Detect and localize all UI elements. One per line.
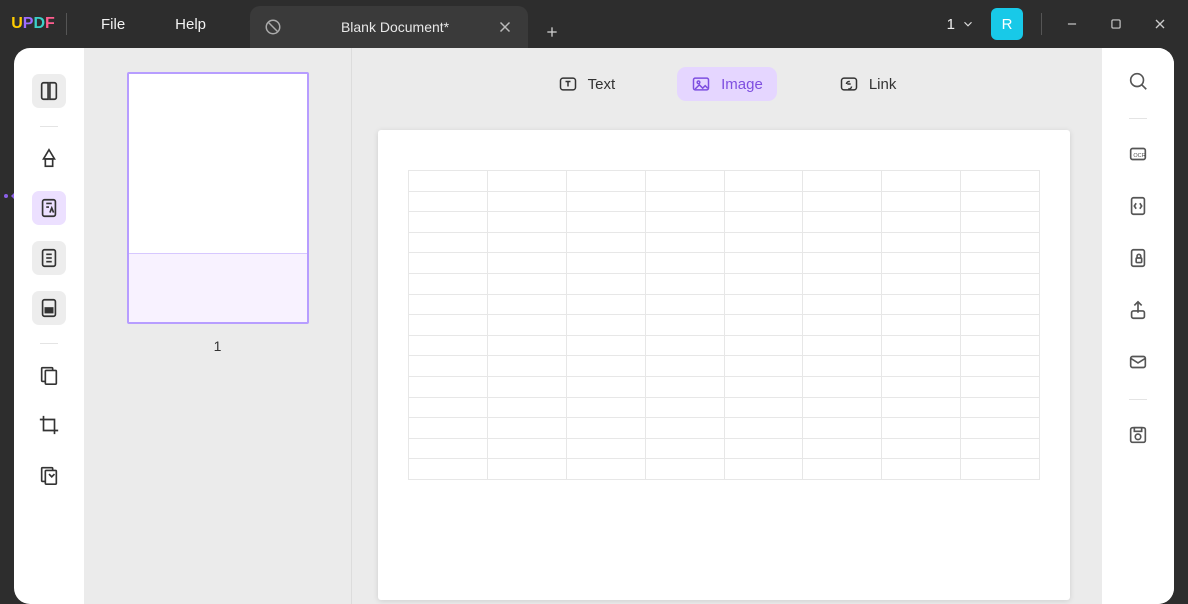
- tab-close-button[interactable]: [496, 18, 514, 36]
- page-indicator[interactable]: 1: [947, 16, 975, 33]
- divider: [1041, 13, 1042, 35]
- ocr-button[interactable]: OCR: [1121, 137, 1155, 171]
- left-toolbar: [0, 48, 84, 604]
- thumbnail-preview: [129, 74, 307, 254]
- tab-title: Blank Document*: [294, 19, 496, 35]
- table-placeholder[interactable]: [408, 170, 1040, 480]
- canvas-area: Text Image Link: [352, 48, 1102, 604]
- chevron-down-icon: [961, 17, 975, 31]
- insert-image-button[interactable]: Image: [677, 67, 777, 101]
- svg-text:OCR: OCR: [1133, 153, 1145, 159]
- document-tab[interactable]: Blank Document*: [250, 6, 528, 48]
- window-close-button[interactable]: [1140, 4, 1180, 44]
- email-button[interactable]: [1121, 345, 1155, 379]
- protect-button[interactable]: [1121, 241, 1155, 275]
- window-maximize-button[interactable]: [1096, 4, 1136, 44]
- save-button[interactable]: [1121, 418, 1155, 452]
- title-bar: UPDF File Help Blank Document* 1 R: [0, 0, 1188, 48]
- document-page[interactable]: [378, 130, 1070, 600]
- comment-tool[interactable]: [32, 141, 66, 175]
- divider: [40, 126, 58, 127]
- search-button[interactable]: [1121, 64, 1155, 98]
- edit-pdf-tool[interactable]: [32, 191, 66, 225]
- window-minimize-button[interactable]: [1052, 4, 1092, 44]
- menu-file[interactable]: File: [101, 16, 125, 33]
- edit-toolbar: Text Image Link: [352, 60, 1102, 108]
- organize-pages-tool[interactable]: [32, 241, 66, 275]
- menu-help[interactable]: Help: [175, 16, 206, 33]
- share-button[interactable]: [1121, 293, 1155, 327]
- divider: [1129, 118, 1147, 119]
- redact-tool[interactable]: [32, 291, 66, 325]
- user-avatar[interactable]: R: [991, 8, 1023, 40]
- reader-tool[interactable]: [32, 74, 66, 108]
- insert-text-button[interactable]: Text: [544, 67, 630, 101]
- divider: [40, 343, 58, 344]
- insert-text-label: Text: [588, 76, 616, 93]
- page-tools-tool[interactable]: [32, 358, 66, 392]
- convert-button[interactable]: [1121, 189, 1155, 223]
- app-logo: UPDF: [0, 15, 66, 33]
- new-tab-button[interactable]: [536, 16, 568, 48]
- insert-link-label: Link: [869, 76, 897, 93]
- right-toolbar: OCR: [1102, 48, 1174, 604]
- insert-link-button[interactable]: Link: [825, 67, 911, 101]
- compress-tool[interactable]: [32, 458, 66, 492]
- crop-tool[interactable]: [32, 408, 66, 442]
- page-thumbnail[interactable]: [127, 72, 309, 324]
- divider: [1129, 399, 1147, 400]
- insert-image-label: Image: [721, 76, 763, 93]
- tab-unsaved-icon: [264, 18, 282, 36]
- thumbnail-page-number: 1: [108, 338, 327, 354]
- thumbnail-panel: 1: [84, 48, 352, 604]
